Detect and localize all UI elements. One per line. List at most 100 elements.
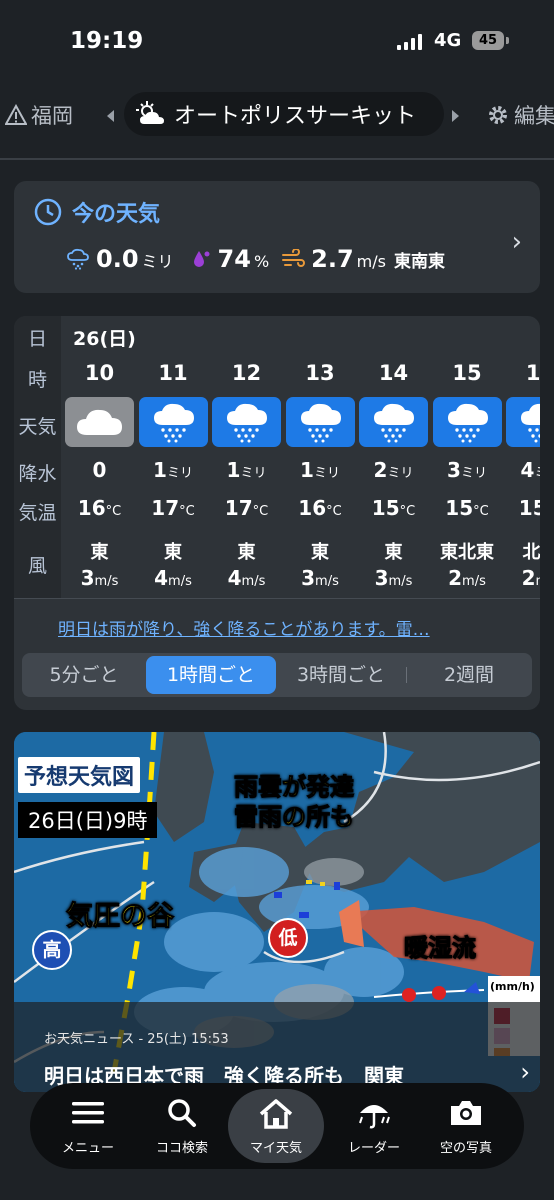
tab-1hour[interactable]: 1時間ごと xyxy=(146,656,276,694)
precip-amount: 0 xyxy=(92,458,107,482)
forecast-summary-link[interactable]: 明日は雨が降り、強く降ることがあります。雷… xyxy=(58,615,430,640)
label-weather: 天気 xyxy=(18,416,57,438)
label-wind: 風 xyxy=(27,555,47,577)
prev-arrow-icon[interactable] xyxy=(107,110,114,122)
wind-unit: m/s xyxy=(536,574,540,589)
tab-menu-label: メニュー xyxy=(61,1141,114,1156)
hour-column: 11 1ミリ 17°C 東 4m/s xyxy=(137,316,210,598)
hour-label: 12 xyxy=(231,361,262,385)
rain-icon xyxy=(285,397,355,447)
hourly-forecast-card: 日 時 天気 降水 気温 風 26(日) 10 0 16°C 東 3m/s 11 1ミリ 17… xyxy=(14,316,540,710)
rain-icon xyxy=(138,397,208,447)
gear-icon xyxy=(489,106,507,124)
temp-value: 16 xyxy=(298,496,327,520)
rain-cloud-icon xyxy=(67,248,89,270)
precip-unit: ミリ xyxy=(141,252,174,271)
humidity-value: 74 xyxy=(217,245,251,273)
location-prev[interactable]: 福岡 xyxy=(5,100,73,130)
tab-5min[interactable]: 5分ごと xyxy=(22,653,146,697)
status-bar: 19:19 4G 45 xyxy=(0,0,554,80)
hour-label: 15 xyxy=(452,361,482,385)
label-temp: 気温 xyxy=(18,502,57,524)
tab-2week[interactable]: 2週間 xyxy=(406,653,532,697)
location-current[interactable]: オートポリスサーキット xyxy=(124,92,444,136)
wind-direction: 東 xyxy=(237,542,256,563)
wind-unit: m/s xyxy=(462,574,486,589)
tab-my-weather[interactable]: マイ天気 xyxy=(228,1089,324,1163)
wind-speed-cell: 3m/s xyxy=(284,566,357,590)
tab-3hour[interactable]: 3時間ごと xyxy=(276,653,406,697)
temp-value: 16 xyxy=(77,496,106,520)
temp-unit: °C xyxy=(105,504,122,519)
menu-icon xyxy=(72,1102,104,1124)
precip-unit: ミリ xyxy=(313,466,340,481)
cloudy-icon xyxy=(65,397,134,447)
hour-label: 16 xyxy=(525,361,540,385)
wind-speed: 2 xyxy=(448,566,463,590)
temp-cell: 16°C xyxy=(284,496,357,520)
temp-value: 17 xyxy=(224,496,253,520)
wind-speed: 4 xyxy=(227,566,242,590)
wind-value: 2.7 xyxy=(311,245,354,273)
hour-column: 10 0 16°C 東 3m/s xyxy=(63,316,136,598)
interval-selector: 5分ごと 1時間ごと 3時間ごと 2週間 xyxy=(22,653,532,697)
temp-unit: °C xyxy=(326,504,342,519)
bottom-tab-bar: メニュー ココ検索 マイ天気 レーダー 空の写真 xyxy=(30,1083,524,1169)
wind-unit: m/s xyxy=(315,574,339,589)
location-prev-label: 福岡 xyxy=(31,104,73,128)
map-label-rain-2: 雷雨の所も xyxy=(234,803,355,832)
precip-amount: 2 xyxy=(373,458,388,482)
wind-speed-cell: 4m/s xyxy=(210,566,283,590)
map-label-rain: 雨雲が発達 雷雨の所も xyxy=(234,772,355,832)
next-arrow-icon[interactable] xyxy=(452,110,459,122)
umbrella-icon xyxy=(359,1105,390,1129)
wind-direction: 東 xyxy=(164,542,182,563)
news-meta: お天気ニュース - 25(土) 15:53 xyxy=(44,1032,229,1047)
wind-direction: 東北東 xyxy=(440,542,494,563)
precip-unit: ミリ xyxy=(166,466,193,481)
precip-cell: 4ミリ xyxy=(504,458,540,482)
weather-map-card[interactable]: 予想天気図 26日(日)9時 雨雲が発達 雷雨の所も 気圧の谷 暖湿流 高 低 (… xyxy=(14,732,540,1092)
wind-direction: 北東 xyxy=(522,542,541,563)
precip-amount: 1 xyxy=(153,458,167,482)
tab-sky-photo[interactable]: 空の写真 xyxy=(418,1083,514,1169)
wind-speed-cell: 2m/s xyxy=(504,566,540,590)
news-overlay[interactable]: お天気ニュース - 25(土) 15:53 明日は西日本で雨 強く降る所も 関東… xyxy=(14,1002,540,1092)
wind-unit: m/s xyxy=(94,574,119,589)
tab-search-label: ココ検索 xyxy=(155,1141,208,1156)
high-pressure-marker: 高 xyxy=(32,930,72,970)
wind-unit: m/s xyxy=(388,574,413,589)
humidity-unit: % xyxy=(253,252,270,271)
temp-unit: °C xyxy=(252,504,269,519)
precip-amount: 4 xyxy=(520,458,535,482)
tab-search[interactable]: ココ検索 xyxy=(134,1083,230,1169)
rain-icon xyxy=(359,397,428,447)
precip-unit: ミリ xyxy=(460,466,487,481)
map-label-warm: 暖湿流 xyxy=(404,934,477,963)
precip-cell: 0 xyxy=(63,458,136,482)
wind-direction: 東 xyxy=(311,542,329,563)
precip-cell: 1ミリ xyxy=(210,458,283,482)
hourly-columns[interactable]: 26(日) 10 0 16°C 東 3m/s 11 1ミリ 17°C 東 4m/s 12 1ミリ 17°… xyxy=(61,316,540,598)
tab-radar[interactable]: レーダー xyxy=(326,1083,422,1169)
rain-icon xyxy=(506,397,540,447)
hour-column: 16 4ミリ 15°C 北東 2m/s xyxy=(504,316,540,598)
clock-icon xyxy=(34,198,62,226)
current-weather-card[interactable]: 今の天気 0.0 ミリ 74 % 2.7 m/s 東南東 › xyxy=(14,181,540,293)
hourly-separator xyxy=(14,598,540,599)
wind-speed: 3 xyxy=(80,566,95,590)
hour-label: 11 xyxy=(158,361,188,385)
wind-speed: 2 xyxy=(521,566,536,590)
tab-menu[interactable]: メニュー xyxy=(40,1083,136,1169)
status-time: 19:19 xyxy=(70,28,144,54)
current-weather-title: 今の天気 xyxy=(34,196,160,228)
precip-unit: ミリ xyxy=(534,466,540,481)
location-bar: 福岡 オートポリスサーキット 編集 xyxy=(0,88,554,140)
chevron-right-icon[interactable]: › xyxy=(512,227,522,257)
precip-cell: 3ミリ xyxy=(431,458,504,482)
map-label-trough: 気圧の谷 xyxy=(66,901,175,933)
map-label-rain-1: 雨雲が発達 xyxy=(234,773,355,802)
wind-direction: 東 xyxy=(384,542,403,563)
edit-button[interactable]: 編集 xyxy=(486,100,554,130)
tab-my-weather-label: マイ天気 xyxy=(249,1141,302,1156)
